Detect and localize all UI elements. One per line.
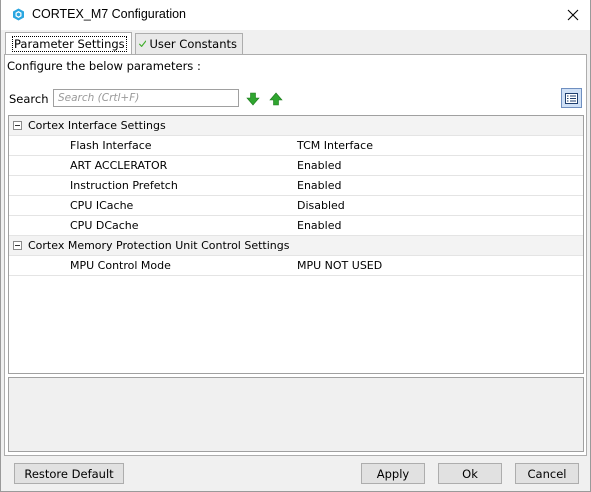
parameter-value[interactable]: TCM Interface <box>297 136 373 155</box>
group-label: Cortex Memory Protection Unit Control Se… <box>28 239 290 252</box>
tab-label: User Constants <box>149 37 237 51</box>
parameter-value[interactable]: Disabled <box>297 196 345 215</box>
parameter-value[interactable]: Enabled <box>297 156 341 175</box>
intro-text: Configure the below parameters : <box>7 59 201 73</box>
group-label: Cortex Interface Settings <box>28 119 166 132</box>
collapse-icon[interactable] <box>13 121 22 130</box>
parameter-row[interactable]: CPU ICache Disabled <box>9 196 583 216</box>
parameter-name: MPU Control Mode <box>70 259 171 272</box>
group-row[interactable]: Cortex Memory Protection Unit Control Se… <box>9 236 583 256</box>
parameter-value[interactable]: Enabled <box>297 216 341 235</box>
parameter-name: Instruction Prefetch <box>70 179 178 192</box>
cancel-button[interactable]: Cancel <box>515 463 579 484</box>
close-button[interactable] <box>556 0 590 30</box>
parameter-value[interactable]: MPU NOT USED <box>297 256 382 275</box>
window-title: CORTEX_M7 Configuration <box>32 7 187 21</box>
parameter-row[interactable]: Instruction Prefetch Enabled <box>9 176 583 196</box>
arrow-down-icon[interactable] <box>246 92 260 106</box>
toggle-view-button[interactable] <box>561 88 582 108</box>
list-view-icon <box>565 92 578 104</box>
parameter-row[interactable]: Flash Interface TCM Interface <box>9 136 583 156</box>
search-label: Search : <box>9 92 57 106</box>
collapse-icon[interactable] <box>13 241 22 250</box>
restore-default-button[interactable]: Restore Default <box>14 463 124 484</box>
tab-label: Parameter Settings <box>12 35 127 52</box>
cube-icon <box>13 8 24 21</box>
parameter-row[interactable]: CPU DCache Enabled <box>9 216 583 236</box>
search-input[interactable] <box>53 89 239 107</box>
parameter-row[interactable]: MPU Control Mode MPU NOT USED <box>9 256 583 276</box>
parameter-name: CPU DCache <box>70 219 139 232</box>
close-icon <box>567 9 579 21</box>
arrow-up-icon[interactable] <box>269 92 283 106</box>
title-bar: CORTEX_M7 Configuration <box>1 0 590 30</box>
parameter-name: ART ACCLERATOR <box>70 159 168 172</box>
green-check-icon <box>139 40 147 47</box>
apply-button[interactable]: Apply <box>361 463 425 484</box>
tab-parameter-settings[interactable]: Parameter Settings <box>5 32 132 54</box>
parameter-tree: Cortex Interface Settings Flash Interfac… <box>8 115 584 374</box>
parameter-value[interactable]: Enabled <box>297 176 341 195</box>
parameter-row[interactable]: ART ACCLERATOR Enabled <box>9 156 583 176</box>
parameter-name: Flash Interface <box>70 139 152 152</box>
parameter-name: CPU ICache <box>70 199 134 212</box>
description-pane <box>8 377 584 452</box>
group-row[interactable]: Cortex Interface Settings <box>9 116 583 136</box>
tab-user-constants[interactable]: User Constants <box>135 33 243 54</box>
parameter-settings-panel: Configure the below parameters : Search … <box>4 54 587 456</box>
ok-button[interactable]: Ok <box>438 463 502 484</box>
configuration-dialog: CORTEX_M7 Configuration Parameter Settin… <box>0 0 591 492</box>
tab-strip: Parameter Settings User Constants <box>1 30 590 54</box>
